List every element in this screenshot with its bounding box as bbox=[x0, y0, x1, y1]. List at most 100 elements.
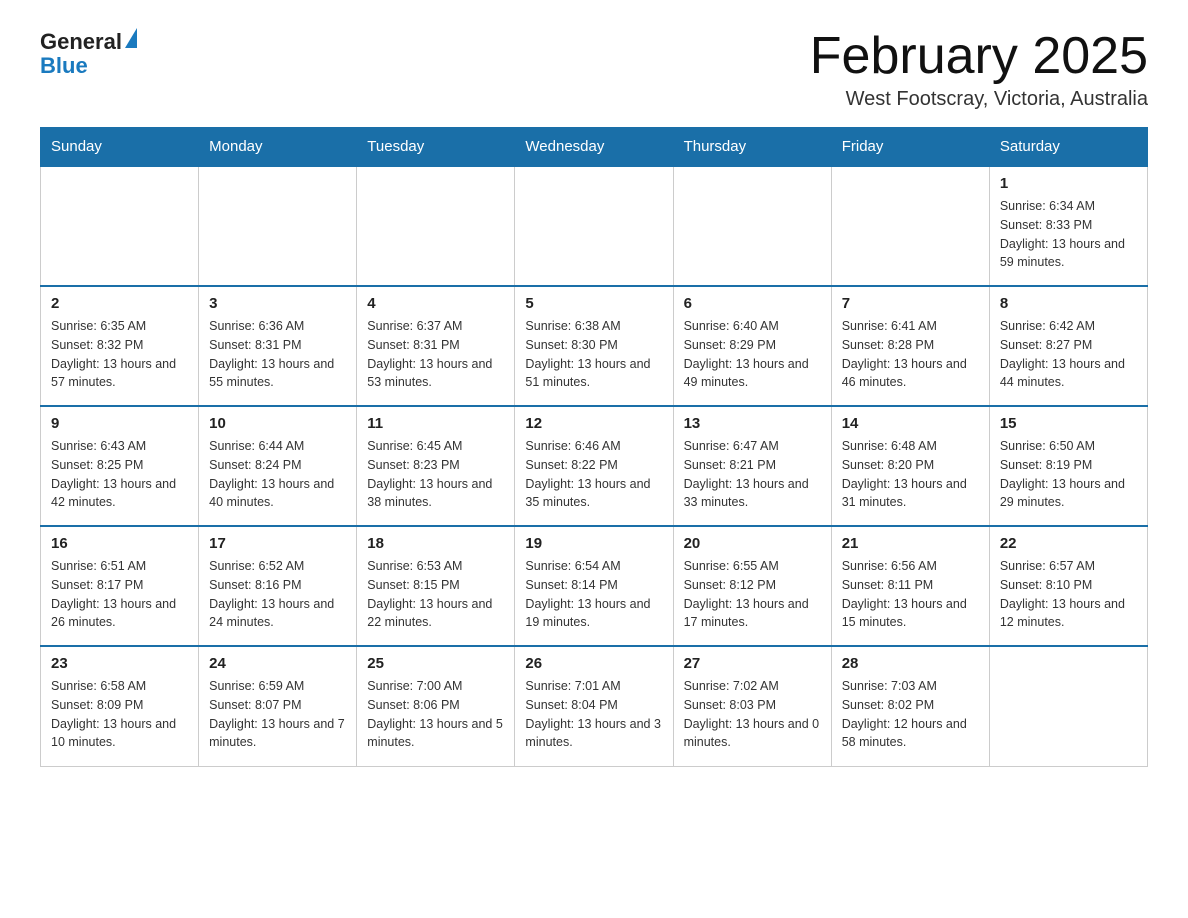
day-number: 13 bbox=[684, 415, 821, 432]
day-number: 5 bbox=[525, 295, 662, 312]
day-info: Sunrise: 6:42 AM Sunset: 8:27 PM Dayligh… bbox=[1000, 317, 1137, 392]
day-info: Sunrise: 6:37 AM Sunset: 8:31 PM Dayligh… bbox=[367, 317, 504, 392]
day-number: 14 bbox=[842, 415, 979, 432]
day-number: 11 bbox=[367, 415, 504, 432]
day-number: 2 bbox=[51, 295, 188, 312]
calendar-cell: 26 Sunrise: 7:01 AM Sunset: 8:04 PM Dayli… bbox=[515, 646, 673, 766]
calendar-subtitle: West Footscray, Victoria, Australia bbox=[810, 88, 1148, 111]
column-header-friday: Friday bbox=[831, 128, 989, 167]
calendar-cell bbox=[989, 646, 1147, 766]
day-info: Sunrise: 6:43 AM Sunset: 8:25 PM Dayligh… bbox=[51, 437, 188, 512]
calendar-cell: 1 Sunrise: 6:34 AM Sunset: 8:33 PM Daylig… bbox=[989, 166, 1147, 286]
day-info: Sunrise: 6:46 AM Sunset: 8:22 PM Dayligh… bbox=[525, 437, 662, 512]
calendar-table: SundayMondayTuesdayWednesdayThursdayFrid… bbox=[40, 127, 1148, 767]
week-row-4: 16 Sunrise: 6:51 AM Sunset: 8:17 PM Dayli… bbox=[41, 526, 1148, 646]
column-header-tuesday: Tuesday bbox=[357, 128, 515, 167]
day-number: 7 bbox=[842, 295, 979, 312]
calendar-cell: 27 Sunrise: 7:02 AM Sunset: 8:03 PM Dayli… bbox=[673, 646, 831, 766]
page-header: General Blue February 2025 West Footscra… bbox=[40, 30, 1148, 111]
day-number: 22 bbox=[1000, 535, 1137, 552]
day-info: Sunrise: 6:51 AM Sunset: 8:17 PM Dayligh… bbox=[51, 557, 188, 632]
day-number: 20 bbox=[684, 535, 821, 552]
week-row-2: 2 Sunrise: 6:35 AM Sunset: 8:32 PM Daylig… bbox=[41, 286, 1148, 406]
column-header-saturday: Saturday bbox=[989, 128, 1147, 167]
calendar-cell: 4 Sunrise: 6:37 AM Sunset: 8:31 PM Daylig… bbox=[357, 286, 515, 406]
day-info: Sunrise: 6:34 AM Sunset: 8:33 PM Dayligh… bbox=[1000, 197, 1137, 272]
day-info: Sunrise: 6:58 AM Sunset: 8:09 PM Dayligh… bbox=[51, 677, 188, 752]
day-number: 6 bbox=[684, 295, 821, 312]
day-info: Sunrise: 6:57 AM Sunset: 8:10 PM Dayligh… bbox=[1000, 557, 1137, 632]
calendar-cell: 22 Sunrise: 6:57 AM Sunset: 8:10 PM Dayli… bbox=[989, 526, 1147, 646]
column-header-wednesday: Wednesday bbox=[515, 128, 673, 167]
calendar-cell bbox=[673, 166, 831, 286]
logo-triangle-icon bbox=[125, 28, 137, 48]
day-info: Sunrise: 6:36 AM Sunset: 8:31 PM Dayligh… bbox=[209, 317, 346, 392]
day-info: Sunrise: 7:03 AM Sunset: 8:02 PM Dayligh… bbox=[842, 677, 979, 752]
day-number: 28 bbox=[842, 655, 979, 672]
day-info: Sunrise: 6:55 AM Sunset: 8:12 PM Dayligh… bbox=[684, 557, 821, 632]
day-number: 9 bbox=[51, 415, 188, 432]
calendar-cell: 24 Sunrise: 6:59 AM Sunset: 8:07 PM Dayli… bbox=[199, 646, 357, 766]
day-number: 4 bbox=[367, 295, 504, 312]
calendar-cell: 20 Sunrise: 6:55 AM Sunset: 8:12 PM Dayli… bbox=[673, 526, 831, 646]
day-info: Sunrise: 6:52 AM Sunset: 8:16 PM Dayligh… bbox=[209, 557, 346, 632]
day-number: 17 bbox=[209, 535, 346, 552]
day-info: Sunrise: 6:45 AM Sunset: 8:23 PM Dayligh… bbox=[367, 437, 504, 512]
calendar-cell bbox=[357, 166, 515, 286]
calendar-cell: 2 Sunrise: 6:35 AM Sunset: 8:32 PM Daylig… bbox=[41, 286, 199, 406]
day-number: 27 bbox=[684, 655, 821, 672]
day-number: 3 bbox=[209, 295, 346, 312]
calendar-cell: 15 Sunrise: 6:50 AM Sunset: 8:19 PM Dayli… bbox=[989, 406, 1147, 526]
logo: General Blue bbox=[40, 30, 137, 78]
day-number: 23 bbox=[51, 655, 188, 672]
calendar-cell bbox=[41, 166, 199, 286]
day-info: Sunrise: 6:53 AM Sunset: 8:15 PM Dayligh… bbox=[367, 557, 504, 632]
logo-text-blue: Blue bbox=[40, 54, 137, 78]
day-info: Sunrise: 6:35 AM Sunset: 8:32 PM Dayligh… bbox=[51, 317, 188, 392]
day-number: 18 bbox=[367, 535, 504, 552]
day-info: Sunrise: 6:40 AM Sunset: 8:29 PM Dayligh… bbox=[684, 317, 821, 392]
day-info: Sunrise: 6:50 AM Sunset: 8:19 PM Dayligh… bbox=[1000, 437, 1137, 512]
day-number: 24 bbox=[209, 655, 346, 672]
calendar-cell: 28 Sunrise: 7:03 AM Sunset: 8:02 PM Dayli… bbox=[831, 646, 989, 766]
column-header-thursday: Thursday bbox=[673, 128, 831, 167]
calendar-cell: 5 Sunrise: 6:38 AM Sunset: 8:30 PM Daylig… bbox=[515, 286, 673, 406]
day-number: 26 bbox=[525, 655, 662, 672]
day-info: Sunrise: 6:38 AM Sunset: 8:30 PM Dayligh… bbox=[525, 317, 662, 392]
day-info: Sunrise: 6:59 AM Sunset: 8:07 PM Dayligh… bbox=[209, 677, 346, 752]
day-number: 19 bbox=[525, 535, 662, 552]
calendar-cell: 8 Sunrise: 6:42 AM Sunset: 8:27 PM Daylig… bbox=[989, 286, 1147, 406]
week-row-3: 9 Sunrise: 6:43 AM Sunset: 8:25 PM Daylig… bbox=[41, 406, 1148, 526]
day-number: 12 bbox=[525, 415, 662, 432]
calendar-cell: 11 Sunrise: 6:45 AM Sunset: 8:23 PM Dayli… bbox=[357, 406, 515, 526]
day-number: 25 bbox=[367, 655, 504, 672]
day-info: Sunrise: 7:01 AM Sunset: 8:04 PM Dayligh… bbox=[525, 677, 662, 752]
calendar-cell: 10Sunrise: 6:44 AM Sunset: 8:24 PM Dayli… bbox=[199, 406, 357, 526]
calendar-cell bbox=[199, 166, 357, 286]
calendar-cell: 21 Sunrise: 6:56 AM Sunset: 8:11 PM Dayli… bbox=[831, 526, 989, 646]
calendar-cell: 23 Sunrise: 6:58 AM Sunset: 8:09 PM Dayli… bbox=[41, 646, 199, 766]
calendar-cell: 18 Sunrise: 6:53 AM Sunset: 8:15 PM Dayli… bbox=[357, 526, 515, 646]
day-number: 8 bbox=[1000, 295, 1137, 312]
calendar-cell: 3 Sunrise: 6:36 AM Sunset: 8:31 PM Daylig… bbox=[199, 286, 357, 406]
calendar-cell: 14Sunrise: 6:48 AM Sunset: 8:20 PM Dayli… bbox=[831, 406, 989, 526]
day-number: 16 bbox=[51, 535, 188, 552]
week-row-5: 23 Sunrise: 6:58 AM Sunset: 8:09 PM Dayli… bbox=[41, 646, 1148, 766]
day-number: 15 bbox=[1000, 415, 1137, 432]
day-number: 21 bbox=[842, 535, 979, 552]
header-row: SundayMondayTuesdayWednesdayThursdayFrid… bbox=[41, 128, 1148, 167]
day-info: Sunrise: 7:02 AM Sunset: 8:03 PM Dayligh… bbox=[684, 677, 821, 752]
calendar-cell: 19 Sunrise: 6:54 AM Sunset: 8:14 PM Dayli… bbox=[515, 526, 673, 646]
day-info: Sunrise: 6:44 AM Sunset: 8:24 PM Dayligh… bbox=[209, 437, 346, 512]
day-info: Sunrise: 6:54 AM Sunset: 8:14 PM Dayligh… bbox=[525, 557, 662, 632]
logo-text-general: General bbox=[40, 30, 122, 54]
column-header-sunday: Sunday bbox=[41, 128, 199, 167]
calendar-cell: 13 Sunrise: 6:47 AM Sunset: 8:21 PM Dayli… bbox=[673, 406, 831, 526]
title-block: February 2025 West Footscray, Victoria, … bbox=[810, 30, 1148, 111]
week-row-1: 1 Sunrise: 6:34 AM Sunset: 8:33 PM Daylig… bbox=[41, 166, 1148, 286]
day-number: 1 bbox=[1000, 175, 1137, 192]
day-info: Sunrise: 6:47 AM Sunset: 8:21 PM Dayligh… bbox=[684, 437, 821, 512]
day-info: Sunrise: 6:56 AM Sunset: 8:11 PM Dayligh… bbox=[842, 557, 979, 632]
calendar-cell: 7Sunrise: 6:41 AM Sunset: 8:28 PM Daylig… bbox=[831, 286, 989, 406]
calendar-cell: 9 Sunrise: 6:43 AM Sunset: 8:25 PM Daylig… bbox=[41, 406, 199, 526]
